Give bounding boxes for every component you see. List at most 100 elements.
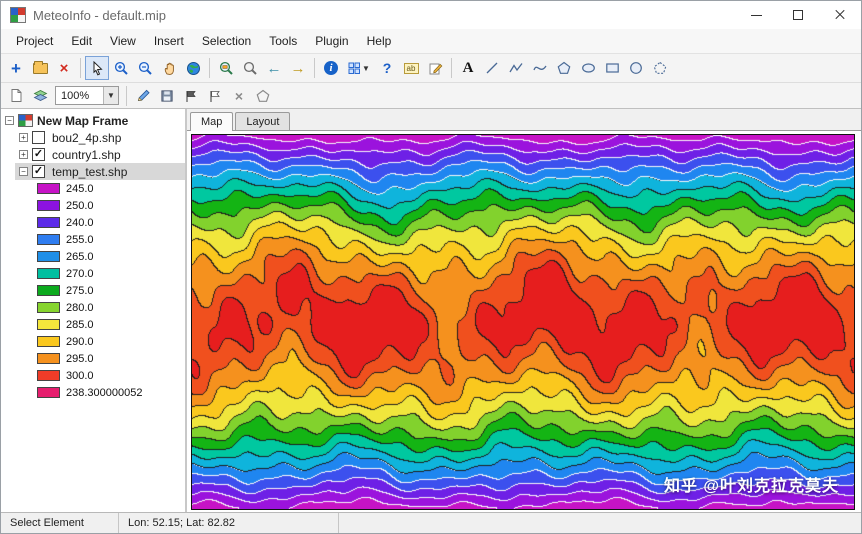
tab-layout[interactable]: Layout [235,112,290,130]
expand-icon[interactable]: + [19,133,28,142]
back-arrow-icon: ← [267,60,282,77]
forward-button[interactable]: → [286,56,310,80]
layer-name[interactable]: bou2_4p.shp [49,131,124,145]
ellipse-tool-button[interactable] [576,56,600,80]
add-icon: + [11,60,21,77]
zoom-out-button[interactable] [133,56,157,80]
start-edit-flag-button[interactable] [179,84,203,108]
pan-tool-button[interactable] [157,56,181,80]
menu-edit[interactable]: Edit [62,31,101,51]
full-extent-button[interactable] [181,56,205,80]
temperature-contour-map[interactable] [191,134,855,510]
zoom-in-icon [114,61,129,76]
layers-button[interactable] [28,84,52,108]
legend-swatch [37,268,60,279]
lasso-polygon-icon [653,61,667,75]
tree-root-row[interactable]: − New Map Frame [1,112,185,129]
legend-item[interactable]: 255.0 [1,231,185,248]
legend-item[interactable]: 245.0 [1,180,185,197]
curve-tool-button[interactable] [528,56,552,80]
layer-row-temp-test[interactable]: − ✓ temp_test.shp [15,163,185,180]
maximize-button[interactable] [777,1,819,29]
legend-swatch [37,251,60,262]
legend-item[interactable]: 275.0 [1,282,185,299]
close-button[interactable] [819,1,861,29]
legend-swatch [37,183,60,194]
line-icon [485,61,499,75]
back-button[interactable]: ← [262,56,286,80]
open-project-button[interactable] [28,56,52,80]
legend-item[interactable]: 300.0 [1,367,185,384]
grid-view-dropdown-button[interactable]: ▼ [343,56,375,80]
legend-swatch [37,285,60,296]
zoom-combo[interactable]: 100% ▼ [55,86,119,105]
collapse-icon[interactable]: − [5,116,14,125]
remove-feature-button[interactable]: × [227,84,251,108]
what-is-this-button[interactable]: ? [375,56,399,80]
identify-button[interactable]: i [319,56,343,80]
polyline-tool-button[interactable] [504,56,528,80]
menu-selection[interactable]: Selection [193,31,260,51]
polygon-tool-button[interactable] [552,56,576,80]
menu-project[interactable]: Project [7,31,62,51]
add-layer-button[interactable]: + [4,56,28,80]
menu-insert[interactable]: Insert [145,31,193,51]
legend-item[interactable]: 265.0 [1,248,185,265]
expand-icon[interactable]: + [19,150,28,159]
zoom-previous-icon [243,61,258,76]
label-tag-icon: ab [404,63,419,74]
layers-panel: − New Map Frame + bou2_4p.shp + ✓ countr… [1,109,187,512]
line-tool-button[interactable] [480,56,504,80]
label-button[interactable]: ab [399,56,423,80]
layer-checkbox-unchecked[interactable] [32,131,45,144]
reshape-polygon-button[interactable] [251,84,275,108]
legend-item[interactable]: 280.0 [1,299,185,316]
layer-checkbox-checked[interactable]: ✓ [32,165,45,178]
legend-item[interactable]: 295.0 [1,350,185,367]
layer-checkbox-checked[interactable]: ✓ [32,148,45,161]
layer-name[interactable]: temp_test.shp [49,165,130,179]
legend-value: 238.300000052 [66,387,142,399]
collapse-icon[interactable]: − [19,167,28,176]
layer-row-country1[interactable]: + ✓ country1.shp [15,146,185,163]
layer-row-bou2[interactable]: + bou2_4p.shp [15,129,185,146]
edit-feature-button[interactable] [131,84,155,108]
legend-item[interactable]: 238.300000052 [1,384,185,401]
legend-item[interactable]: 240.0 [1,214,185,231]
map-view[interactable]: 知乎 @叶刘克拉克莫夫 [187,131,861,512]
freehand-polygon-tool-button[interactable] [648,56,672,80]
legend-swatch [37,370,60,381]
curve-icon [533,61,547,75]
tab-map[interactable]: Map [190,112,233,131]
legend-item[interactable]: 290.0 [1,333,185,350]
legend-item[interactable]: 285.0 [1,316,185,333]
end-edit-flag-button[interactable] [203,84,227,108]
menu-help[interactable]: Help [358,31,401,51]
zoom-to-layer-button[interactable] [214,56,238,80]
rectangle-tool-button[interactable] [600,56,624,80]
legend-item[interactable]: 270.0 [1,265,185,282]
circle-tool-button[interactable] [624,56,648,80]
polyline-icon [509,61,523,75]
menu-tools[interactable]: Tools [260,31,306,51]
layer-name[interactable]: country1.shp [49,148,124,162]
minimize-button[interactable] [735,1,777,29]
zoom-combo-dropdown-button[interactable]: ▼ [103,87,118,104]
legend-value: 270.0 [66,268,94,280]
info-icon: i [324,61,338,75]
remove-layer-button[interactable]: × [52,56,76,80]
attribute-edit-button[interactable] [423,56,447,80]
legend-value: 290.0 [66,336,94,348]
zoom-previous-button[interactable] [238,56,262,80]
new-page-button[interactable] [4,84,28,108]
map-content: Map Layout 知乎 @叶刘克拉克莫夫 [187,109,861,512]
zoom-in-button[interactable] [109,56,133,80]
text-tool-button[interactable]: A [456,56,480,80]
select-tool-button[interactable] [85,56,109,80]
legend-value: 245.0 [66,183,94,195]
legend-item[interactable]: 250.0 [1,197,185,214]
menu-view[interactable]: View [101,31,145,51]
save-edit-button[interactable] [155,84,179,108]
legend-swatch [37,387,60,398]
menu-plugin[interactable]: Plugin [306,31,357,51]
